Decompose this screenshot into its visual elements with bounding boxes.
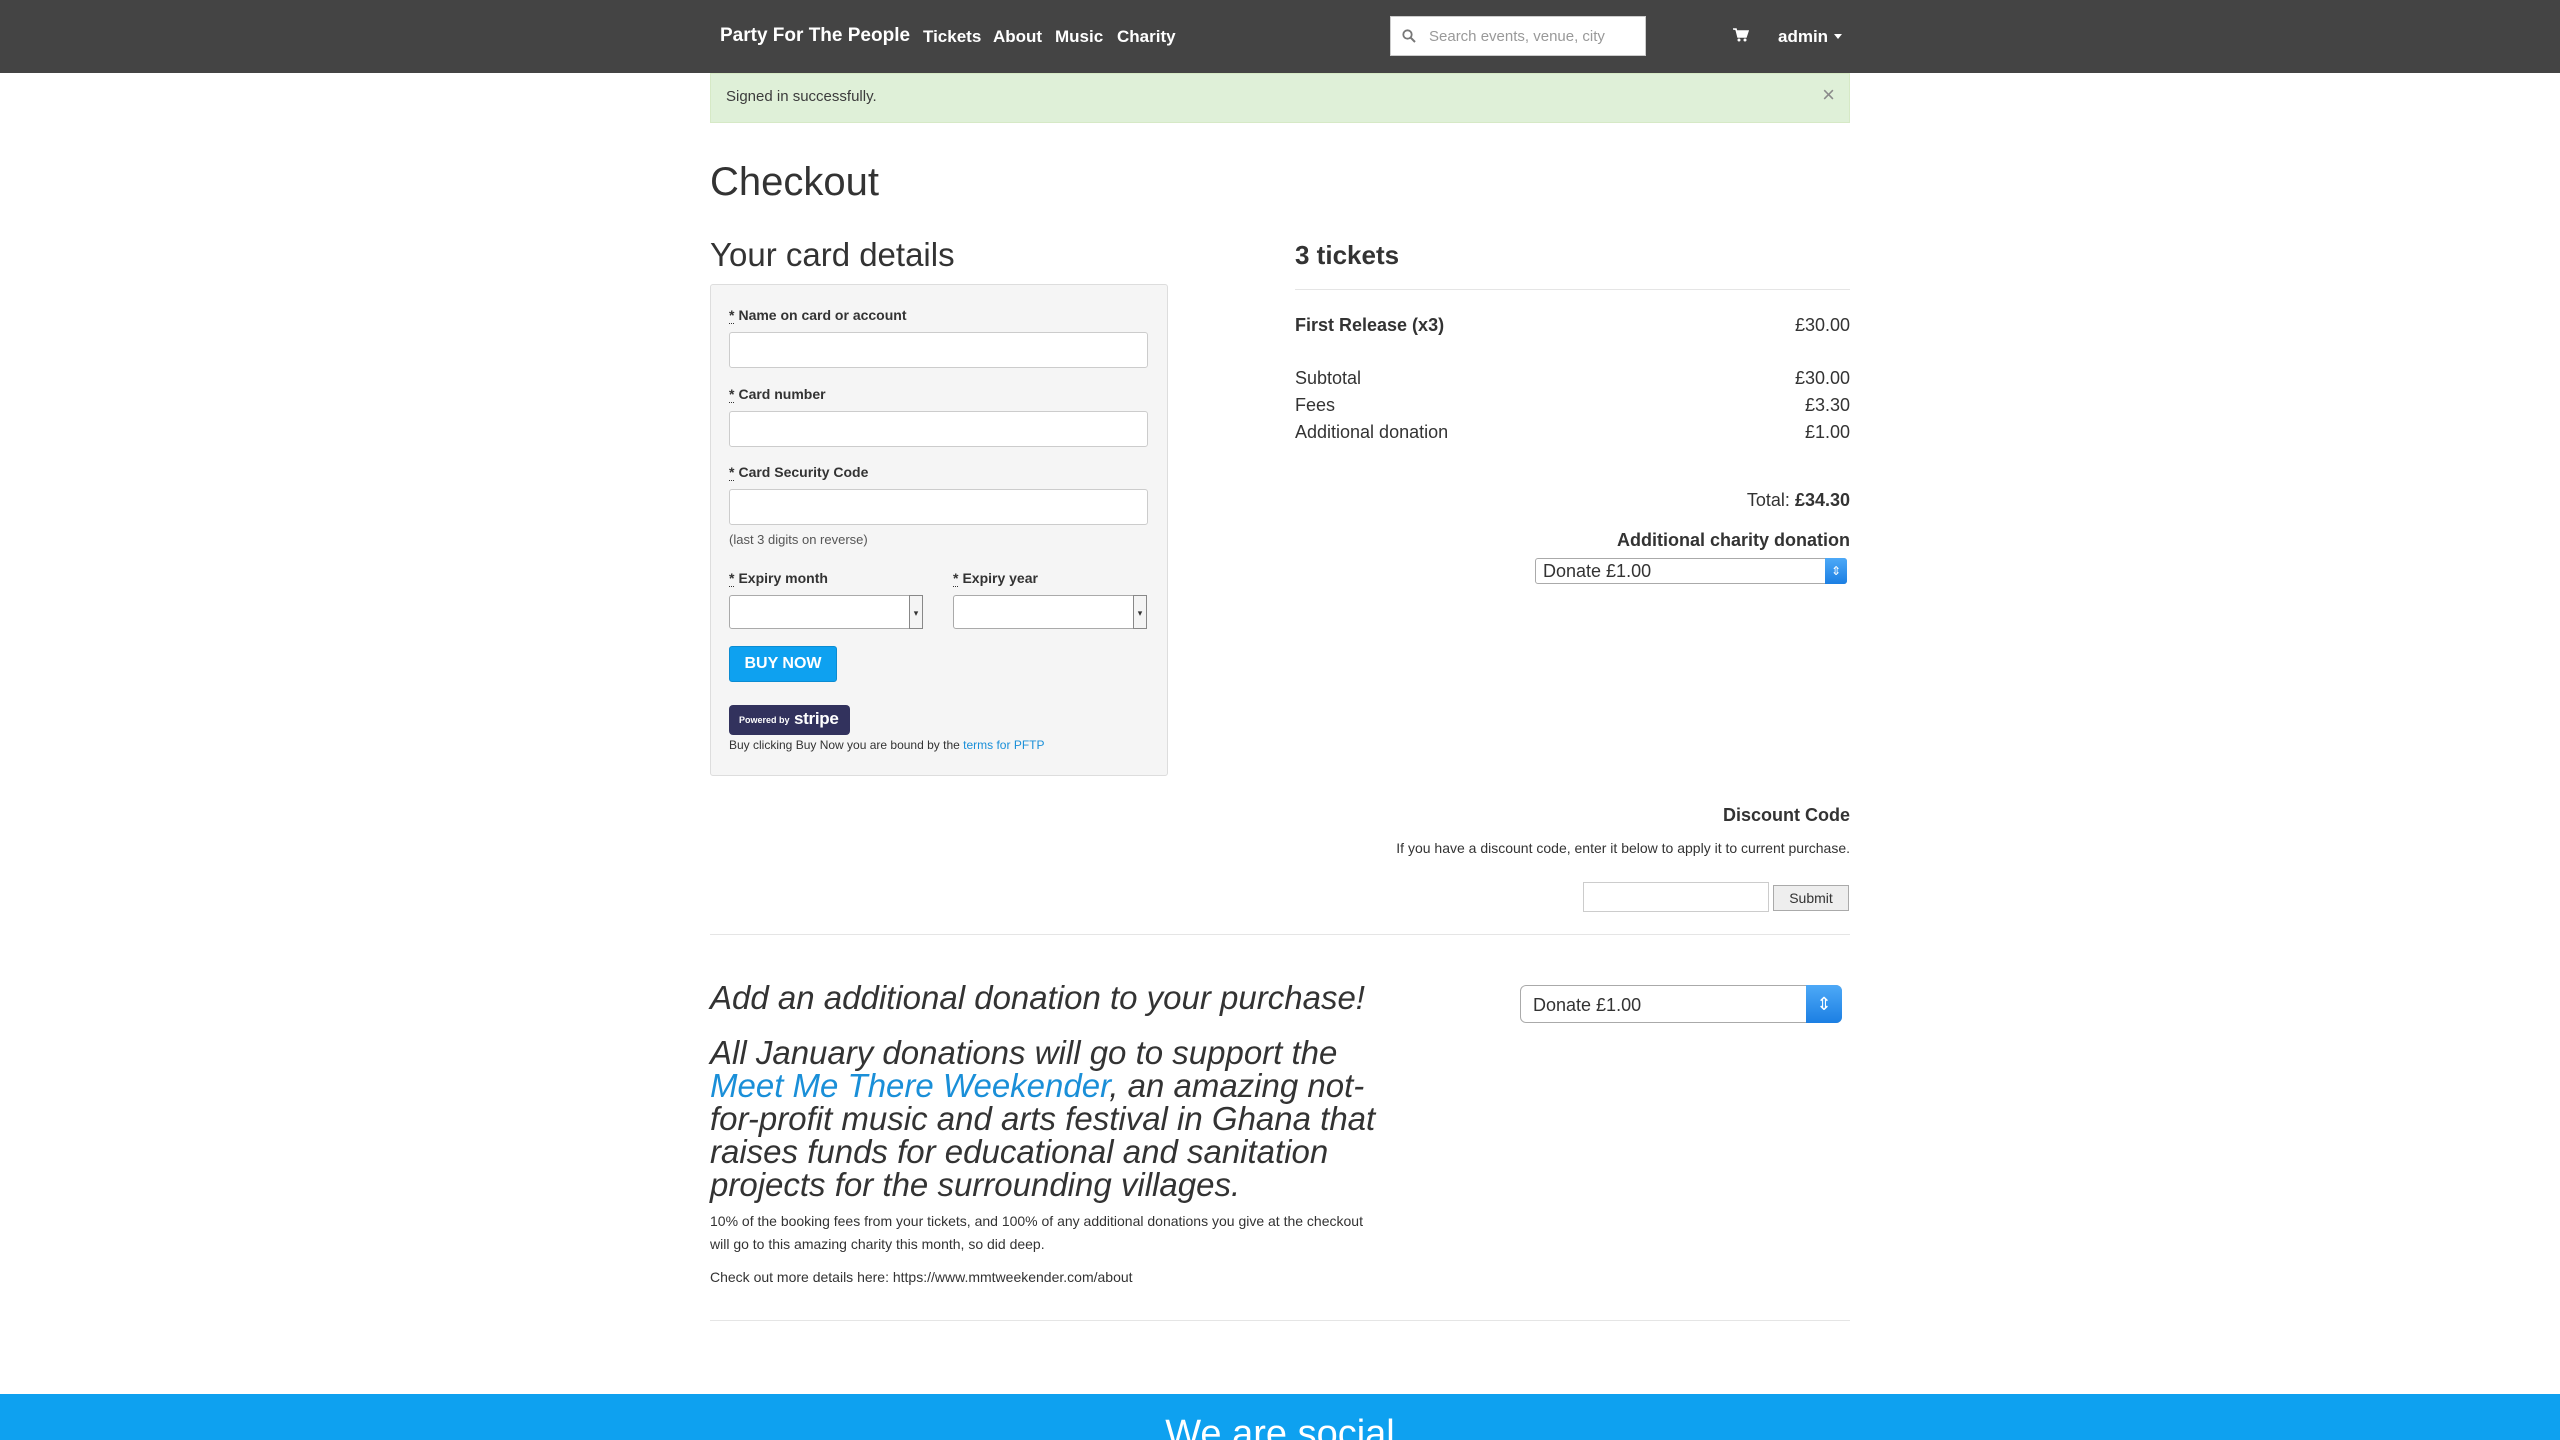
footer-title: We are social — [1165, 1413, 1395, 1440]
nav-tickets[interactable]: Tickets — [923, 27, 981, 47]
powered-by-stripe-badge[interactable]: Powered by stripe — [729, 705, 850, 735]
divider — [1295, 289, 1850, 290]
tickets-heading: 3 tickets — [1295, 240, 1400, 270]
total-line: Total: £34.30 — [1747, 490, 1850, 511]
divider — [710, 934, 1850, 935]
user-menu[interactable]: admin — [1778, 27, 1828, 47]
alert-message: Signed in successfully. — [726, 88, 877, 105]
close-icon[interactable]: × — [1822, 82, 1835, 108]
total-label: Total: — [1746, 490, 1790, 510]
csc-hint: (last 3 digits on reverse) — [729, 532, 868, 547]
divider — [710, 1320, 1850, 1321]
charity-heading: Additional charity donation — [1617, 530, 1850, 550]
donation-heading: Add an additional donation to your purch… — [710, 979, 1365, 1016]
terms-link[interactable]: terms for PFTP — [963, 738, 1044, 752]
card-details-heading: Your card details — [710, 236, 955, 273]
select-arrows-icon: ⇕ — [1825, 558, 1847, 584]
total-amount: £34.30 — [1794, 490, 1850, 510]
subtotal-label: Subtotal — [1295, 368, 1362, 388]
additional-donation-select[interactable]: Donate £1.00 ⇕ — [1520, 985, 1842, 1023]
expiry-year-select[interactable]: ▾ — [953, 595, 1147, 629]
fees-amount: £3.30 — [1804, 395, 1850, 415]
top-navbar: Party For The People Tickets About Music… — [0, 0, 2560, 73]
search-box — [1390, 16, 1646, 56]
name-label: * Name on card or account — [729, 307, 907, 324]
csc-input[interactable] — [729, 489, 1148, 525]
donation-label: Additional donation — [1295, 422, 1449, 442]
caret-down-icon — [1834, 34, 1842, 39]
social-footer: We are social — [0, 1394, 2560, 1440]
discount-heading: Discount Code — [1722, 805, 1850, 825]
success-alert: Signed in successfully. × — [710, 73, 1850, 123]
expiry-year-label: * Expiry year — [953, 570, 1038, 587]
dropdown-arrow-icon: ▾ — [909, 595, 923, 629]
discount-submit-button[interactable]: Submit — [1773, 885, 1849, 911]
name-on-card-input[interactable] — [729, 332, 1148, 368]
charity-donation-select[interactable]: Donate £1.00 ⇕ — [1535, 558, 1847, 584]
search-input[interactable] — [1429, 17, 1639, 55]
terms-notice: Buy clicking Buy Now you are bound by th… — [729, 738, 1045, 752]
card-number-input[interactable] — [729, 411, 1148, 447]
dropdown-arrow-icon: ▾ — [1133, 595, 1147, 629]
subtotal-amount: £30.00 — [1794, 368, 1850, 388]
nav-about[interactable]: About — [993, 27, 1042, 47]
expiry-month-select[interactable]: ▾ — [729, 595, 923, 629]
nav-charity[interactable]: Charity — [1117, 27, 1176, 47]
fees-note: 10% of the booking fees from your ticket… — [710, 1213, 1363, 1252]
search-icon — [1402, 29, 1416, 43]
page-title: Checkout — [710, 160, 879, 204]
discount-text: If you have a discount code, enter it be… — [1396, 840, 1850, 856]
expiry-month-label: * Expiry month — [729, 570, 828, 587]
buy-now-button[interactable]: BUY NOW — [729, 646, 837, 682]
mmt-weekender-link[interactable]: Meet Me There Weekender — [710, 1067, 1109, 1104]
card-number-label: * Card number — [729, 386, 826, 403]
select-arrows-icon: ⇕ — [1806, 985, 1842, 1023]
discount-code-input[interactable] — [1583, 882, 1769, 912]
nav-music[interactable]: Music — [1055, 27, 1103, 47]
line-item-amount: £30.00 — [1794, 315, 1850, 335]
line-item-label: First Release (x3) — [1295, 315, 1445, 335]
donation-amount: £1.00 — [1804, 422, 1850, 442]
details-text: Check out more details here: https://www… — [710, 1269, 1133, 1285]
csc-label: * Card Security Code — [729, 464, 869, 481]
cart-icon[interactable] — [1733, 28, 1749, 42]
donation-paragraph: All January donations will go to support… — [710, 1034, 1376, 1203]
fees-label: Fees — [1295, 395, 1336, 415]
brand-link[interactable]: Party For The People — [720, 25, 910, 47]
